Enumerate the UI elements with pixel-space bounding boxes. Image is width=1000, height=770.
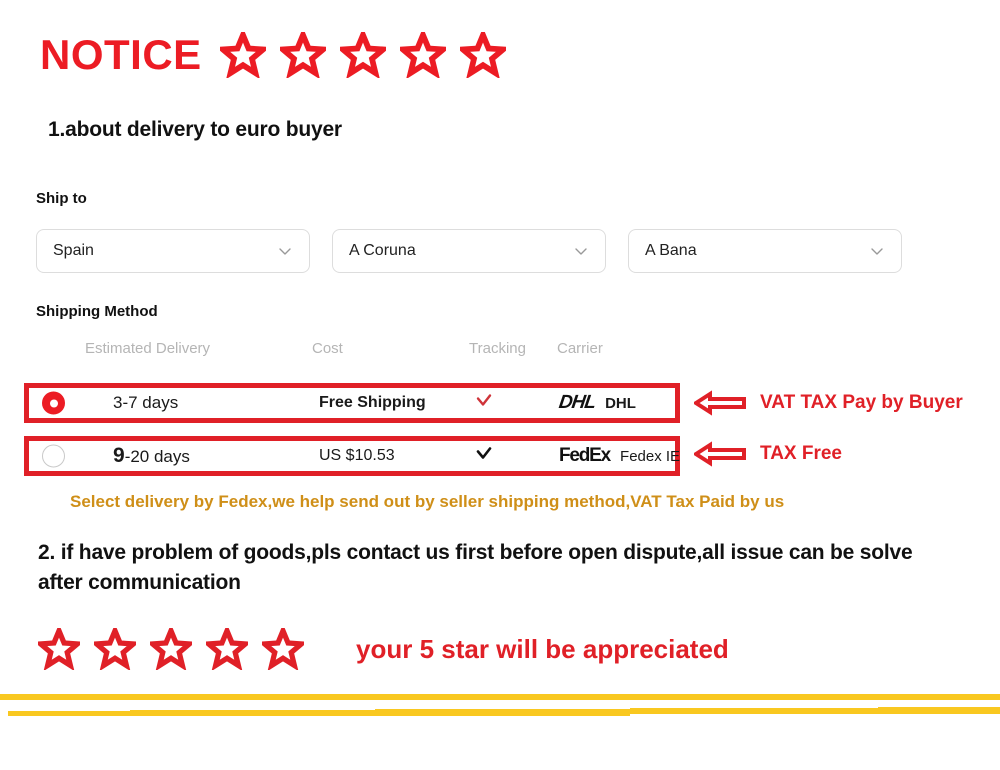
shipping-option-radio-selected[interactable] (42, 391, 65, 415)
shipping-option-row[interactable]: 9-20 days US $10.53 FedEx Fedex IE (24, 436, 680, 476)
section-2-text: 2. if have problem of goods,pls contact … (38, 541, 913, 595)
shipping-method-column-headers: Estimated Delivery Cost Tracking Carrier (36, 340, 676, 362)
footer-rating-row: your 5 star will be appreciated (38, 628, 729, 670)
star-outline-icon (94, 628, 136, 670)
province-select-value: A Coruna (349, 242, 416, 259)
country-select-value: Spain (53, 242, 94, 259)
notice-header: NOTICE (40, 32, 506, 78)
city-select-value: A Bana (645, 242, 697, 259)
column-header-estimated-delivery: Estimated Delivery (85, 340, 211, 357)
star-outline-icon (262, 628, 304, 670)
divider-segment (8, 711, 130, 716)
column-header-tracking: Tracking (469, 340, 526, 357)
check-icon (476, 447, 492, 459)
city-select[interactable]: A Bana (628, 229, 902, 273)
footer-star-rating (38, 628, 304, 670)
divider-segment (375, 709, 630, 716)
country-select[interactable]: Spain (36, 229, 310, 273)
estimated-delivery-value: 9-20 days (113, 444, 190, 468)
column-header-carrier: Carrier (557, 340, 603, 357)
page-title: NOTICE (40, 31, 202, 78)
estimated-delivery-prefix: 9 (113, 444, 125, 467)
star-outline-icon (279, 32, 326, 78)
check-icon (476, 394, 492, 406)
left-arrow-icon (694, 441, 746, 467)
fedex-logo-icon: FedEx (559, 445, 611, 466)
annotation-text: VAT TAX Pay by Buyer (760, 392, 963, 413)
carrier-name: DHL (605, 394, 636, 412)
divider-line-full (0, 694, 1000, 700)
header-star-rating (219, 32, 506, 78)
annotation-tax-free: TAX Free (694, 441, 842, 467)
divider-segment (878, 707, 1000, 714)
star-outline-icon (399, 32, 446, 78)
carrier-name: Fedex IE (620, 447, 681, 465)
footer-appreciation-text: your 5 star will be appreciated (356, 633, 729, 664)
ship-to-label: Ship to (36, 190, 87, 207)
cost-value: US $10.53 (319, 447, 395, 464)
dhl-logo-icon: DHL (557, 392, 597, 413)
chevron-down-icon (871, 248, 883, 255)
gold-note-text: Select delivery by Fedex,we help send ou… (70, 492, 785, 511)
column-header-cost: Cost (312, 340, 343, 357)
star-outline-icon (38, 628, 80, 670)
tracking-status (474, 444, 494, 469)
estimated-delivery-rest: -20 days (124, 447, 190, 466)
left-arrow-icon (694, 390, 746, 416)
star-outline-icon (459, 32, 506, 78)
star-outline-icon (150, 628, 192, 670)
star-outline-icon (339, 32, 386, 78)
chevron-down-icon (575, 248, 587, 255)
shipping-option-row[interactable]: 3-7 days Free Shipping DHL DHL (24, 383, 680, 423)
divider-segment (130, 710, 375, 716)
annotation-vat-tax: VAT TAX Pay by Buyer (694, 390, 963, 416)
chevron-down-icon (279, 248, 291, 255)
estimated-delivery-value: 3-7 days (113, 393, 179, 412)
shipping-option-radio-unselected[interactable] (42, 444, 65, 468)
carrier-cell: DHL DHL (557, 392, 636, 414)
ship-to-selects: Spain A Coruna A Bana (36, 229, 902, 273)
star-outline-icon (219, 32, 266, 78)
carrier-cell: FedEx Fedex IE (559, 445, 680, 467)
divider-segment (630, 708, 878, 714)
province-select[interactable]: A Coruna (332, 229, 606, 273)
section-1-heading: 1.about delivery to euro buyer (48, 118, 342, 141)
annotation-text: TAX Free (760, 443, 843, 464)
shipping-method-label: Shipping Method (36, 303, 158, 320)
star-outline-icon (206, 628, 248, 670)
tracking-status (474, 391, 494, 416)
cost-value: Free Shipping (319, 394, 426, 411)
